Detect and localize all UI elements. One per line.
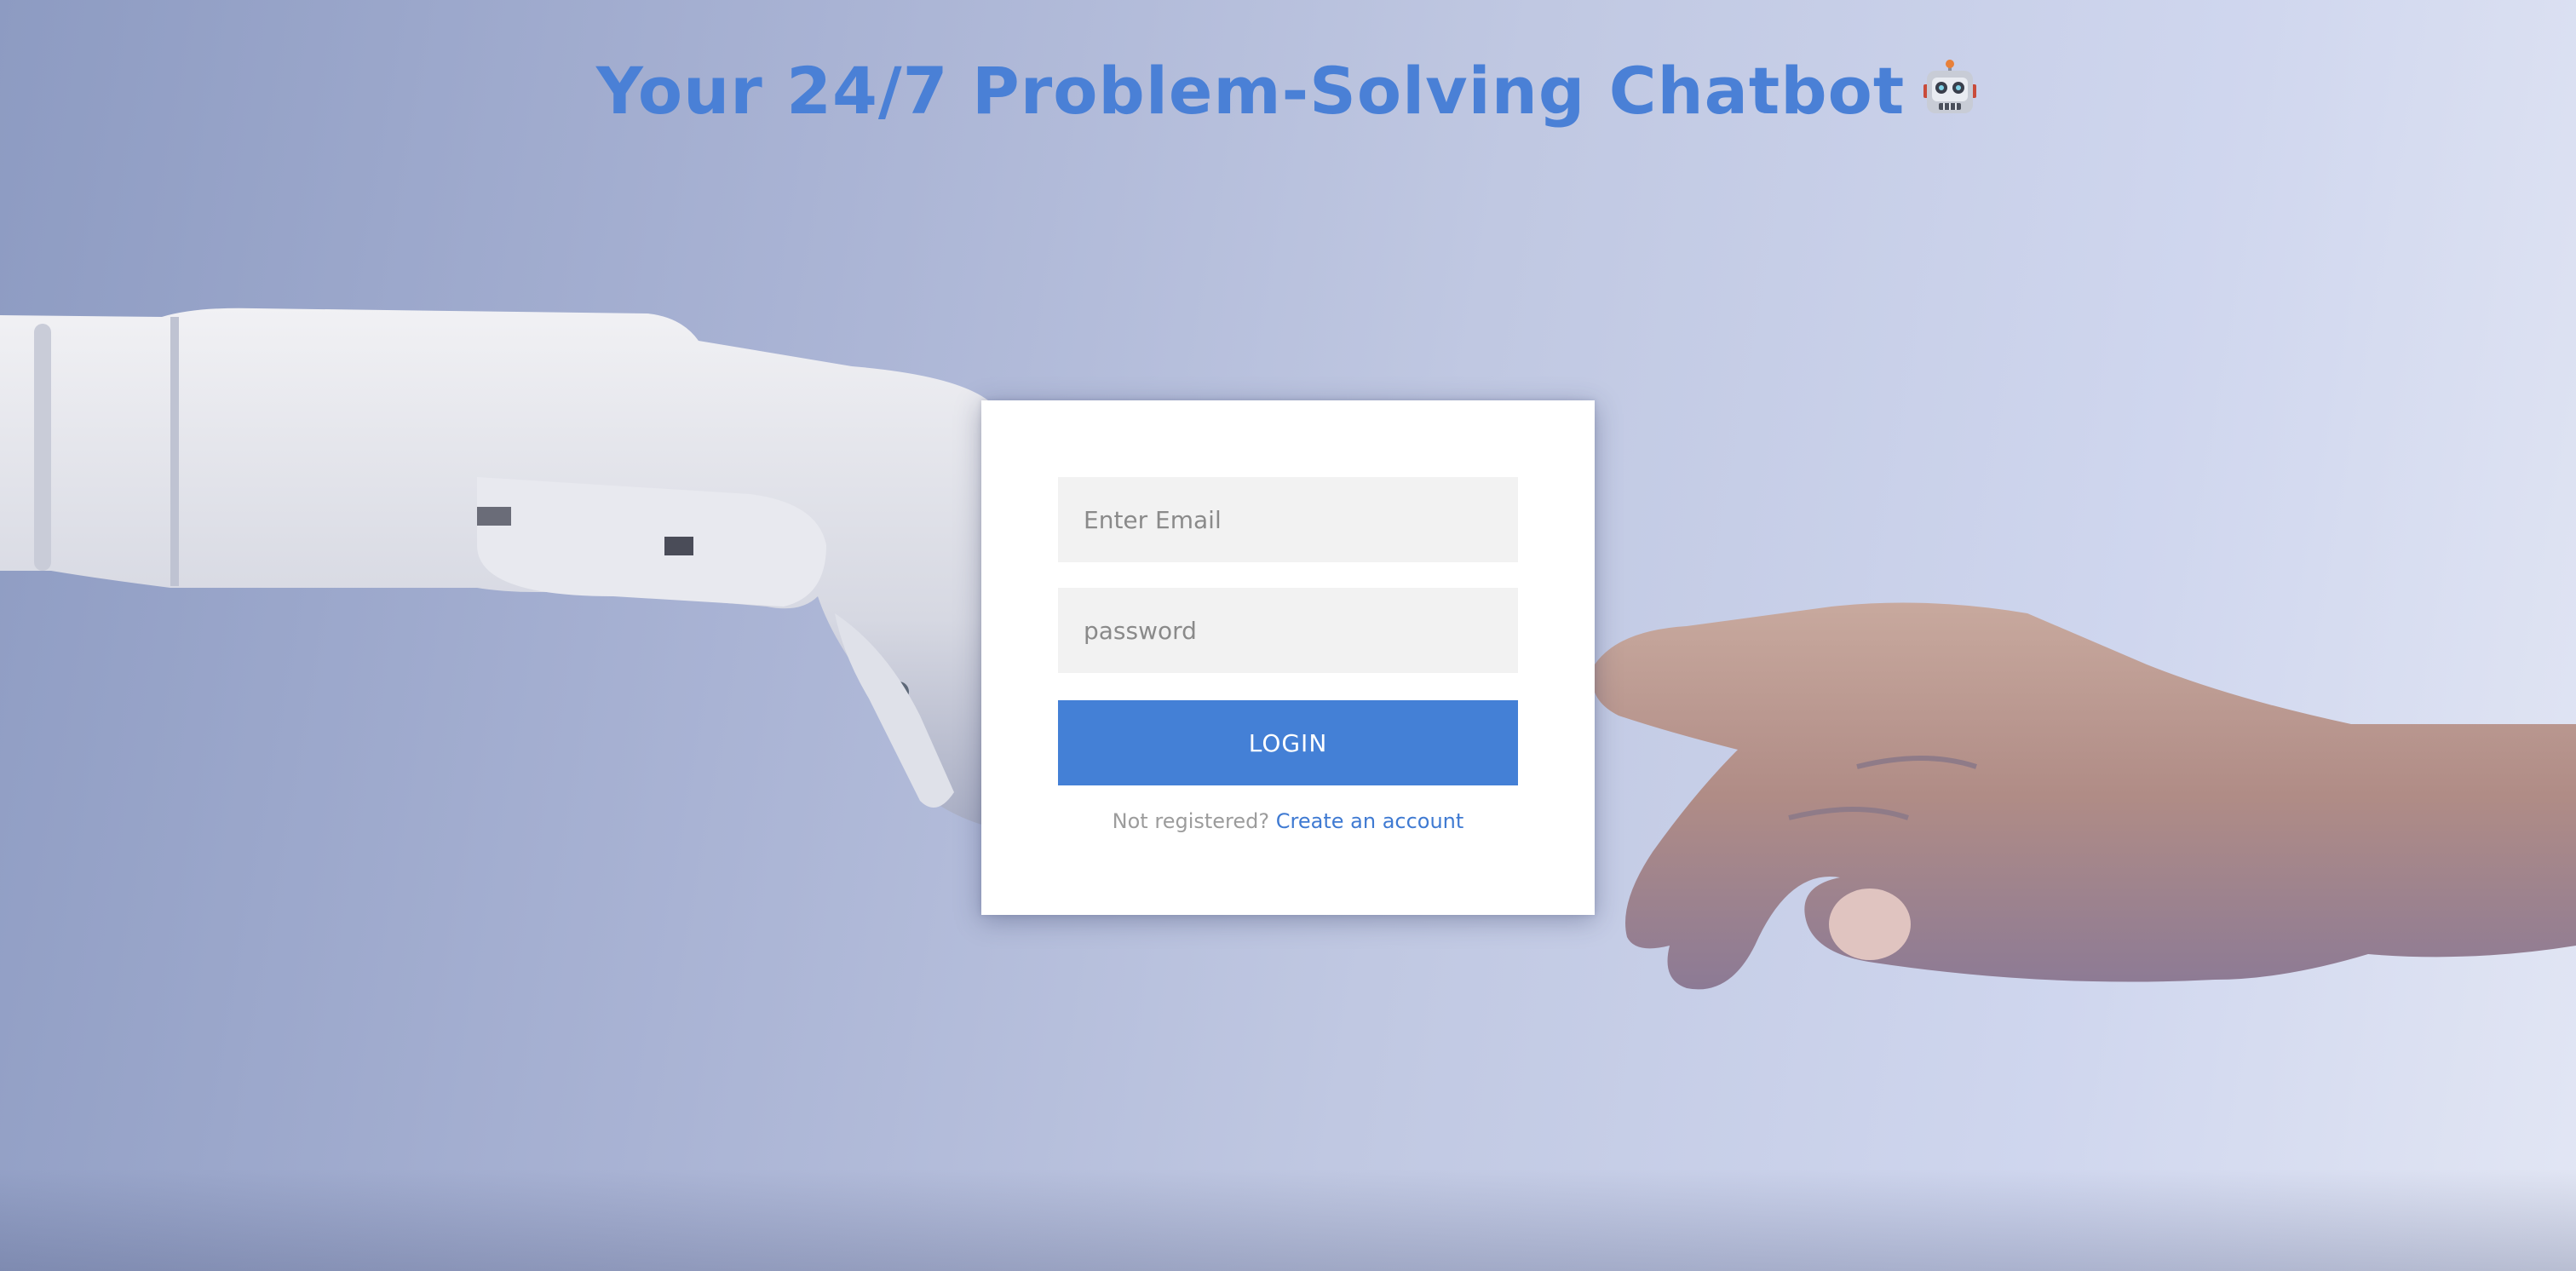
password-input[interactable] [1058,588,1518,673]
email-input[interactable] [1058,477,1518,562]
login-button[interactable]: LOGIN [1058,700,1518,785]
page-title: Your 24/7 Problem-Solving Chatbot [0,53,2576,129]
create-account-link[interactable]: Create an account [1276,809,1464,833]
register-prompt-text: Not registered? [1112,809,1270,833]
page-title-text: Your 24/7 Problem-Solving Chatbot [595,53,1906,129]
register-prompt: Not registered? Create an account [981,809,1595,833]
robot-hand [0,308,988,826]
robot-face-icon [1920,58,1980,118]
bottom-vignette [0,1169,2576,1271]
login-card: LOGIN Not registered? Create an account [981,400,1595,915]
human-hand [1592,602,2576,990]
